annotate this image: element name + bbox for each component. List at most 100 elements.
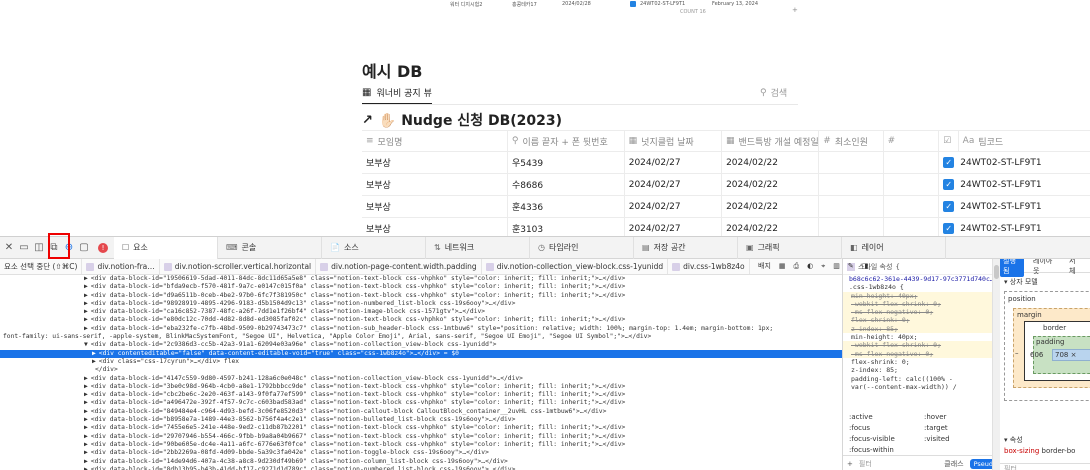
tab-3[interactable]: ⇅ 네트워크 bbox=[426, 236, 530, 259]
cell-person[interactable]: 훈3103 bbox=[508, 218, 625, 236]
cell-name[interactable]: 보부상 bbox=[362, 196, 508, 217]
cell-band-date[interactable]: 2024/02/22 bbox=[722, 218, 820, 236]
dom-node[interactable]: ▶ <div class="css-17cyrun">…</div> flex bbox=[0, 358, 842, 366]
cell-band-date[interactable]: 2024/02/22 bbox=[722, 196, 820, 217]
styles-filter-input[interactable]: 필터 bbox=[859, 459, 944, 469]
tab-0[interactable]: ☐ 요소 bbox=[114, 236, 218, 259]
error-badge[interactable]: ! bbox=[98, 242, 108, 253]
search-button[interactable]: ⚲ 검색 bbox=[760, 86, 787, 100]
pseudo-class-checkbox[interactable]: :focus-visible bbox=[849, 435, 924, 443]
dom-node[interactable]: ▶ <div data-block-id="29707946-b554-466c-… bbox=[0, 433, 842, 441]
disclosure-triangle-icon[interactable]: ▶ bbox=[84, 458, 88, 465]
scroll-thumb[interactable] bbox=[994, 265, 999, 279]
css-declaration[interactable]: flex-shrink: 0; bbox=[843, 358, 1000, 366]
cell-name[interactable]: 보부상 bbox=[362, 218, 508, 236]
table-row[interactable]: 보부상 수8686 2024/02/27 2024/02/22 ✓ 24WT02-ST-L… bbox=[362, 174, 1090, 196]
disclosure-triangle-icon[interactable]: ▶ bbox=[84, 383, 88, 390]
disclosure-triangle-icon[interactable]: ▼ bbox=[84, 341, 88, 348]
pseudo-class-checkbox[interactable]: :visited bbox=[924, 435, 999, 443]
cell-number[interactable] bbox=[884, 152, 940, 173]
compositing-icon[interactable]: ⌖ bbox=[821, 262, 825, 271]
dom-node[interactable]: ▼ <div data-block-id="2c9386d3-cc5b-42a3-… bbox=[0, 341, 842, 349]
column-header-nudge-date[interactable]: ▦ 넛지클럽 날짜 bbox=[625, 131, 722, 151]
breadcrumb-item[interactable]: div.css-1wb8z4o bbox=[668, 259, 750, 274]
cell-nudge-date[interactable]: 2024/02/27 bbox=[625, 174, 723, 195]
cell-nudge-date[interactable]: 2024/02/27 bbox=[625, 218, 723, 236]
tab-font[interactable]: 서체 bbox=[1066, 259, 1084, 277]
css-declaration[interactable]: flex-shrink: 0; bbox=[843, 316, 1000, 325]
cell-name[interactable]: 보부상 bbox=[362, 174, 508, 195]
cell-nudge-date[interactable]: 2024/02/27 bbox=[625, 152, 723, 173]
device-icon[interactable]: ▢ bbox=[77, 241, 91, 255]
disclosure-triangle-icon[interactable]: ▶ bbox=[84, 433, 88, 440]
edit-icon[interactable]: ✎ bbox=[848, 262, 854, 270]
tab-5[interactable]: ▤ 저장 공간 bbox=[634, 236, 738, 259]
cell-band-date[interactable]: 2024/02/22 bbox=[722, 152, 820, 173]
dom-node[interactable]: ▶ <div data-block-id="cbc2be6c-2e20-463f-… bbox=[0, 391, 842, 399]
pseudo-class-checkbox[interactable]: :focus-within bbox=[849, 446, 924, 454]
grid-icon[interactable]: ▥ bbox=[833, 262, 840, 270]
cell-number[interactable] bbox=[884, 196, 940, 217]
disclosure-triangle-icon[interactable]: ▶ bbox=[84, 375, 88, 382]
disclosure-triangle-icon[interactable]: ▶ bbox=[84, 416, 88, 423]
cell-min[interactable] bbox=[819, 196, 884, 217]
checkbox[interactable]: ✓ bbox=[943, 157, 955, 168]
cell-person[interactable]: 훈4336 bbox=[508, 196, 625, 217]
badge-button[interactable]: 배지 bbox=[758, 261, 771, 271]
css-declaration[interactable]: z-index: 85; bbox=[843, 324, 1000, 334]
cell-name[interactable]: 보부상 bbox=[362, 152, 508, 173]
dom-node[interactable]: ▶ <div data-block-id="3be0c98d-964b-4cb0-… bbox=[0, 383, 842, 391]
column-header-band-date[interactable]: ▦ 밴드특방 개설 예정일 bbox=[722, 131, 820, 151]
dom-node[interactable]: ▶ <div data-block-id="bfda9ecb-f570-481f-… bbox=[0, 283, 842, 291]
dom-node[interactable]: ▶ <div data-block-id="b8958e7a-1489-44e3-… bbox=[0, 416, 842, 424]
cell-nudge-date[interactable]: 2024/02/27 bbox=[625, 196, 723, 217]
dom-node[interactable]: ▶ <div data-block-id="ca16c852-7387-48fc-… bbox=[0, 308, 842, 316]
css-declaration[interactable]: z-index: 85; bbox=[843, 366, 1000, 374]
dock-bottom-icon[interactable]: ▭ bbox=[17, 241, 31, 255]
column-header-name[interactable]: ≡ 모임명 bbox=[362, 131, 508, 151]
cell-team-code[interactable]: ✓ 24WT02-ST-LF9T1 bbox=[939, 218, 1090, 236]
computed-filter-input[interactable]: 필터 bbox=[1000, 463, 1090, 470]
tab-2[interactable]: 📄 소스 bbox=[322, 236, 426, 259]
breadcrumb-item[interactable]: div.notion-collection_view-block.css-1yu… bbox=[482, 259, 669, 274]
styles-scrollbar[interactable] bbox=[992, 259, 1000, 470]
cell-number[interactable] bbox=[884, 218, 940, 236]
dom-node[interactable]: ▶ <div data-block-id="eba232fe-c7fb-48bd-… bbox=[0, 325, 842, 333]
pseudo-class-checkbox[interactable]: :active bbox=[849, 413, 924, 421]
breadcrumb-item[interactable]: div.notion-scroller.vertical.horizontal bbox=[160, 259, 317, 274]
print-icon[interactable]: ⎙ bbox=[794, 262, 800, 271]
tab-1[interactable]: ⌨ 콘솔 bbox=[218, 236, 322, 259]
disclosure-triangle-icon[interactable]: ▶ bbox=[84, 399, 88, 406]
dom-node[interactable]: ▶ <div data-block-id="8db13b95-b43b-41dd-… bbox=[0, 466, 842, 470]
disclosure-triangle-icon[interactable]: ▶ bbox=[92, 350, 96, 357]
css-declaration[interactable]: -ms-flex-negative: 0; bbox=[843, 308, 1000, 317]
dom-node[interactable]: ▶ <div data-block-id="98928919-4895-4296-… bbox=[0, 300, 842, 308]
dom-tree[interactable]: ▶ <div data-block-id="19506619-5dad-4011-… bbox=[0, 275, 842, 470]
dom-node[interactable]: ▶ <div data-block-id="14de94d6-407a-4c38-… bbox=[0, 458, 842, 466]
dom-node[interactable]: ▶ <div data-block-id="d9a6511b-0ceb-4be2-… bbox=[0, 292, 842, 300]
database-title[interactable]: ↗ ✋🏻 Nudge 신청 DB(2023) bbox=[362, 110, 562, 130]
column-header-team-code[interactable]: Aa 팀코드 bbox=[959, 131, 1090, 151]
tab-7[interactable]: ◧ 레이어 bbox=[842, 236, 946, 259]
cell-team-code[interactable]: ✓ 24WT02-ST-LF9T1 bbox=[939, 152, 1090, 173]
css-declaration[interactable]: -webkit-flex-shrink: 0; bbox=[843, 299, 1000, 309]
pseudo-class-checkbox[interactable]: :target bbox=[924, 424, 999, 432]
dom-node[interactable]: </div> bbox=[0, 366, 842, 374]
sidebar-icon[interactable]: ◨ bbox=[862, 262, 869, 270]
cell-number[interactable] bbox=[884, 174, 940, 195]
disclosure-triangle-icon[interactable]: ▶ bbox=[84, 424, 88, 431]
disclosure-triangle-icon[interactable]: ▶ bbox=[84, 275, 88, 282]
checkbox[interactable]: ✓ bbox=[943, 179, 955, 190]
disclosure-triangle-icon[interactable]: ▶ bbox=[92, 358, 96, 365]
disclosure-triangle-icon[interactable]: ▶ bbox=[84, 292, 88, 299]
pseudo-class-checkbox[interactable]: :focus bbox=[849, 424, 924, 432]
breadcrumb-item[interactable]: div.notion-fra… bbox=[82, 259, 160, 274]
close-icon[interactable]: ✕ bbox=[2, 241, 16, 255]
disclosure-triangle-icon[interactable]: ▶ bbox=[84, 441, 88, 448]
disclosure-triangle-icon[interactable]: ▶ bbox=[84, 316, 88, 323]
column-header-check[interactable]: ☑ bbox=[939, 131, 959, 151]
dom-node[interactable]: font-family: ui-sans-serif, -apple-syste… bbox=[0, 333, 842, 341]
checkbox[interactable]: ✓ bbox=[943, 223, 955, 234]
table-row[interactable]: 보부상 훈3103 2024/02/27 2024/02/22 ✓ 24WT02-ST-L… bbox=[362, 218, 1090, 236]
disclosure-triangle-icon[interactable]: ▶ bbox=[84, 449, 88, 456]
